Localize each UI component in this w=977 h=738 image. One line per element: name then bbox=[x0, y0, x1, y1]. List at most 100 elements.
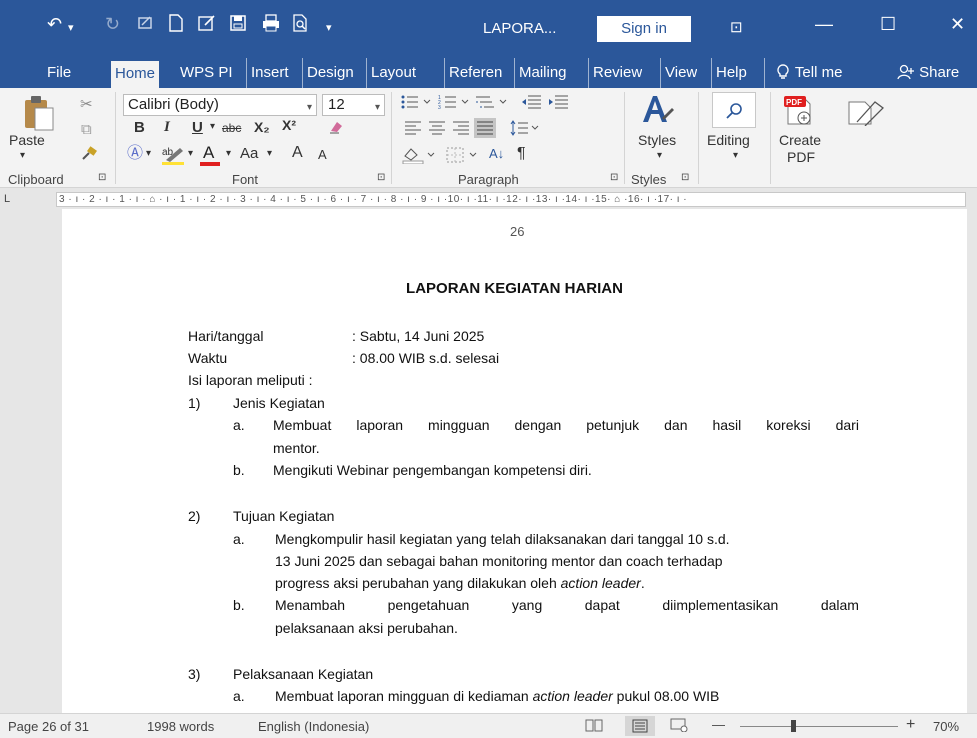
text-effects-dropdown-icon[interactable]: ▾ bbox=[146, 148, 151, 159]
clear-formatting-icon[interactable] bbox=[327, 119, 345, 140]
tab-insert[interactable]: Insert bbox=[246, 58, 289, 88]
tab-wps-pdf[interactable]: WPS PI bbox=[180, 58, 246, 88]
grow-font-button[interactable]: A bbox=[292, 144, 303, 162]
text-effects-icon[interactable]: Ⓐ bbox=[127, 145, 143, 163]
paragraph-line: progress aksi perubahan yang dilakukan o… bbox=[275, 575, 645, 591]
word-count[interactable]: 1998 words bbox=[147, 719, 214, 734]
change-case-button[interactable]: Aa bbox=[240, 145, 258, 162]
format-painter-qat-icon[interactable] bbox=[137, 14, 155, 36]
share-button[interactable]: Share bbox=[897, 58, 959, 88]
tab-review[interactable]: Review bbox=[588, 58, 642, 88]
paragraph-line: Mengkompulir hasil kegiatan yang telah d… bbox=[275, 531, 730, 547]
bullets-icon[interactable] bbox=[400, 94, 432, 115]
highlight-dropdown-icon[interactable]: ▾ bbox=[188, 148, 193, 159]
redo-icon[interactable]: ↻ bbox=[105, 14, 120, 34]
underline-dropdown-icon[interactable]: ▾ bbox=[210, 121, 215, 132]
lightbulb-icon bbox=[777, 64, 789, 79]
print-layout-icon[interactable] bbox=[625, 716, 655, 736]
editing-button[interactable] bbox=[712, 92, 756, 128]
align-center-icon[interactable] bbox=[428, 121, 446, 140]
change-case-dropdown-icon[interactable]: ▾ bbox=[267, 148, 272, 159]
document-area[interactable]: 26 LAPORAN KEGIATAN HARIAN Hari/tanggal … bbox=[0, 209, 977, 713]
minimize-button[interactable]: — bbox=[815, 14, 833, 35]
shading-icon[interactable] bbox=[402, 146, 438, 169]
editing-dropdown-icon[interactable]: ▾ bbox=[733, 150, 738, 161]
strikethrough-button[interactable]: abc bbox=[222, 121, 241, 135]
superscript-button[interactable]: X² bbox=[282, 117, 296, 133]
undo-icon[interactable]: ↶ bbox=[47, 14, 62, 34]
ruler-scale[interactable]: 3 · ı · 2 · ı · 1 · ı · ⌂ · ı · 1 · ı · … bbox=[56, 192, 966, 207]
paragraph-launcher-icon[interactable]: ⊡ bbox=[610, 172, 618, 183]
read-mode-icon[interactable] bbox=[585, 718, 603, 735]
underline-button[interactable]: U bbox=[192, 119, 203, 136]
zoom-level[interactable]: 70% bbox=[933, 719, 959, 734]
undo-dropdown-icon[interactable]: ▾ bbox=[68, 18, 74, 38]
document-page[interactable]: 26 LAPORAN KEGIATAN HARIAN Hari/tanggal … bbox=[62, 209, 967, 713]
maximize-button[interactable]: ☐ bbox=[880, 14, 896, 35]
zoom-slider-track[interactable] bbox=[740, 726, 898, 727]
format-painter-icon[interactable] bbox=[80, 146, 98, 167]
increase-indent-icon[interactable] bbox=[547, 94, 569, 115]
language-indicator[interactable]: English (Indonesia) bbox=[258, 719, 369, 734]
create-pdf-button[interactable]: PDF bbox=[782, 92, 822, 133]
sign-in-button[interactable]: Sign in bbox=[597, 16, 691, 42]
subscript-button[interactable]: X₂ bbox=[254, 119, 270, 135]
numbering-icon[interactable]: 123 bbox=[438, 94, 470, 115]
shrink-font-button[interactable]: A bbox=[318, 147, 327, 162]
tab-design[interactable]: Design bbox=[302, 58, 354, 88]
cut-icon[interactable]: ✂ bbox=[80, 96, 93, 114]
zoom-in-button[interactable]: + bbox=[906, 716, 915, 734]
styles-launcher-icon[interactable]: ⊡ bbox=[681, 172, 689, 183]
copy-icon[interactable]: ⧉ bbox=[81, 121, 92, 139]
tab-file[interactable]: File bbox=[47, 58, 71, 88]
tab-home[interactable]: Home bbox=[111, 61, 160, 88]
word: Membuat bbox=[273, 417, 332, 433]
tab-layout[interactable]: Layout bbox=[366, 58, 416, 88]
tab-references[interactable]: Referen bbox=[444, 58, 514, 88]
zoom-slider-thumb[interactable] bbox=[791, 720, 796, 732]
document-heading: LAPORAN KEGIATAN HARIAN bbox=[406, 280, 623, 297]
clipboard-launcher-icon[interactable]: ⊡ bbox=[98, 172, 106, 183]
font-color-dropdown-icon[interactable]: ▾ bbox=[226, 148, 231, 159]
paste-dropdown-icon[interactable]: ▾ bbox=[20, 150, 25, 161]
styles-dropdown-icon[interactable]: ▾ bbox=[657, 150, 662, 161]
paste-label: Paste bbox=[9, 132, 45, 148]
tab-help[interactable]: Help bbox=[711, 58, 747, 88]
save-icon[interactable] bbox=[229, 14, 247, 36]
edit-document-icon[interactable] bbox=[197, 14, 217, 36]
print-icon[interactable] bbox=[261, 14, 281, 36]
word: dapat bbox=[584, 597, 620, 613]
show-formatting-marks-button[interactable]: ¶ bbox=[517, 145, 526, 163]
font-name-combo[interactable]: Calibri (Body) ▾ bbox=[123, 94, 317, 116]
print-preview-icon[interactable] bbox=[292, 14, 310, 36]
line-spacing-icon[interactable] bbox=[510, 120, 540, 141]
page-count[interactable]: Page 26 of 31 bbox=[8, 719, 89, 734]
tell-me-search[interactable]: Tell me bbox=[764, 58, 842, 88]
align-right-icon[interactable] bbox=[452, 121, 470, 140]
align-left-icon[interactable] bbox=[404, 121, 422, 140]
close-button[interactable]: ✕ bbox=[950, 14, 965, 35]
tab-mailings[interactable]: Mailing bbox=[514, 58, 588, 88]
decrease-indent-icon[interactable] bbox=[520, 94, 542, 115]
zoom-out-button[interactable]: — bbox=[712, 717, 725, 732]
justify-icon[interactable] bbox=[474, 118, 496, 143]
highlight-color-button[interactable]: ab bbox=[160, 144, 188, 171]
font-size-combo[interactable]: 12 ▾ bbox=[322, 94, 385, 116]
sign-pdf-icon[interactable] bbox=[843, 96, 885, 131]
paste-button[interactable] bbox=[22, 94, 56, 137]
italic-button[interactable]: I bbox=[164, 119, 170, 136]
borders-icon[interactable] bbox=[446, 146, 482, 169]
font-launcher-icon[interactable]: ⊡ bbox=[377, 172, 385, 183]
pdf-icon: PDF bbox=[784, 96, 811, 125]
tab-view[interactable]: View bbox=[660, 58, 697, 88]
ribbon-display-options-icon[interactable]: ⊡ bbox=[730, 18, 743, 36]
styles-gallery-button[interactable] bbox=[640, 92, 674, 133]
web-layout-icon[interactable] bbox=[670, 718, 688, 735]
tab-selector-icon[interactable]: L bbox=[4, 193, 17, 206]
sort-button[interactable]: A↓ bbox=[489, 146, 504, 161]
multilevel-list-icon[interactable] bbox=[474, 94, 508, 115]
qat-dropdown-icon[interactable]: ▾ bbox=[326, 18, 332, 38]
new-document-icon[interactable] bbox=[168, 14, 184, 36]
bold-button[interactable]: B bbox=[134, 119, 145, 136]
paragraph-line: pelaksanaan aksi perubahan. bbox=[275, 620, 458, 636]
